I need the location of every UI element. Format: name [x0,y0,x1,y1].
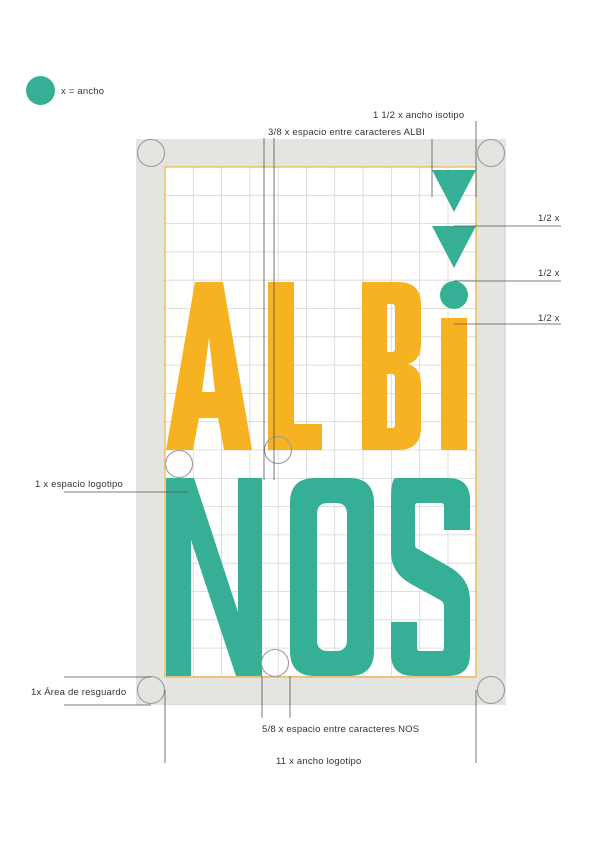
label-espacio-logotipo: 1 x espacio logotipo [35,479,123,490]
label-espacio-nos: 5/8 x espacio entre caracteres NOS [262,724,420,735]
isotipo-dot [440,281,468,309]
label-half-1: 1/2 x [538,213,560,224]
label-espacio-albi: 3/8 x espacio entre caracteres ALBI [268,127,425,138]
label-half-3: 1/2 x [538,313,560,324]
label-ancho-isotipo: 1 1/2 x ancho isotipo [373,110,465,121]
label-half-2: 1/2 x [538,268,560,279]
label-ancho-logotipo: 11 x ancho logotipo [276,756,362,767]
label-area-resguardo: 1x Área de resguardo [31,687,127,698]
letter-i-stem [441,318,467,450]
